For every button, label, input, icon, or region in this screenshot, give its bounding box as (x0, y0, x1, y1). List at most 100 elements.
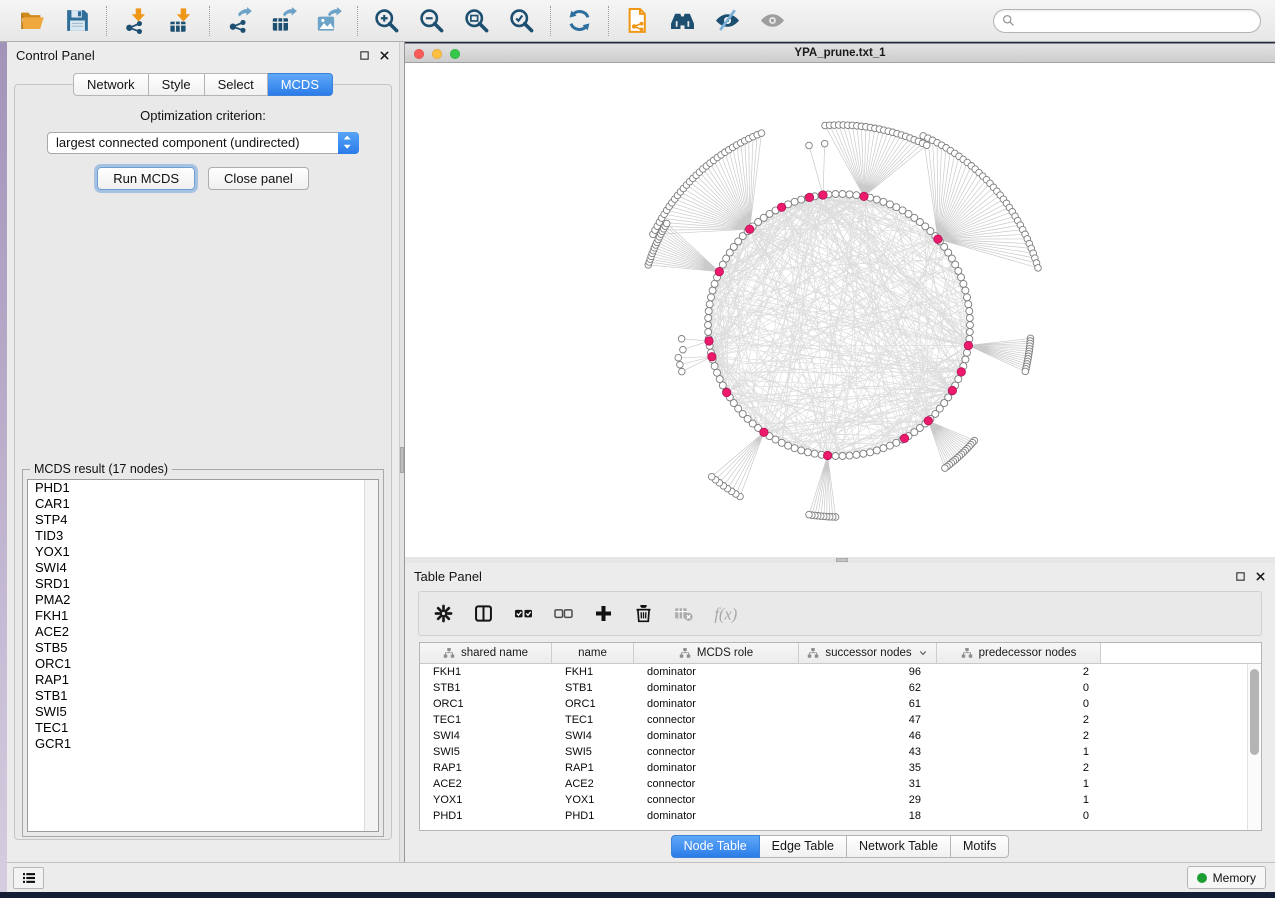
mcds-result-item[interactable]: TEC1 (28, 720, 378, 736)
network-canvas[interactable] (405, 63, 1275, 557)
table-cell[interactable]: 1 (937, 778, 1101, 790)
table-cell[interactable]: 0 (937, 698, 1101, 710)
tab-edge-table[interactable]: Edge Table (760, 835, 847, 858)
mcds-result-item[interactable]: FKH1 (28, 608, 378, 624)
import-network-icon[interactable] (122, 7, 149, 34)
zoom-out-icon[interactable] (418, 7, 445, 34)
table-cell[interactable]: 0 (937, 810, 1101, 822)
horizontal-splitter-grip[interactable] (836, 558, 848, 562)
float-panel-icon[interactable] (359, 50, 370, 61)
table-cell[interactable]: RAP1 (420, 762, 552, 774)
table-cell[interactable]: dominator (634, 698, 799, 710)
table-cell[interactable]: 43 (799, 746, 937, 758)
new-network-doc-icon[interactable] (624, 7, 651, 34)
mcds-result-item[interactable]: STP4 (28, 512, 378, 528)
maximize-window-icon[interactable] (450, 49, 460, 59)
table-cell[interactable]: 46 (799, 730, 937, 742)
export-network-icon[interactable] (225, 7, 252, 34)
table-cell[interactable]: dominator (634, 666, 799, 678)
export-image-icon[interactable] (315, 7, 342, 34)
table-cell[interactable]: dominator (634, 682, 799, 694)
table-cell[interactable]: FKH1 (552, 666, 634, 678)
table-cell[interactable]: TEC1 (552, 714, 634, 726)
vertical-splitter-grip[interactable] (400, 447, 404, 473)
mcds-result-item[interactable]: PMA2 (28, 592, 378, 608)
table-cell[interactable]: connector (634, 746, 799, 758)
table-cell[interactable]: ORC1 (552, 698, 634, 710)
tab-motifs[interactable]: Motifs (951, 835, 1009, 858)
table-cell[interactable]: connector (634, 794, 799, 806)
save-icon[interactable] (64, 7, 91, 34)
show-eye-icon[interactable] (759, 7, 786, 34)
table-cell[interactable]: STB1 (552, 682, 634, 694)
table-cell[interactable]: 47 (799, 714, 937, 726)
table-cell[interactable]: 2 (937, 762, 1101, 774)
table-row[interactable]: PHD1PHD1dominator180 (420, 808, 1261, 824)
mcds-result-item[interactable]: TID3 (28, 528, 378, 544)
add-column-icon[interactable] (593, 603, 614, 624)
table-cell[interactable]: dominator (634, 730, 799, 742)
table-cell[interactable]: STB1 (420, 682, 552, 694)
minimize-window-icon[interactable] (432, 49, 442, 59)
refresh-icon[interactable] (566, 7, 593, 34)
import-table-icon[interactable] (167, 7, 194, 34)
mcds-result-item[interactable]: RAP1 (28, 672, 378, 688)
table-cell[interactable]: FKH1 (420, 666, 552, 678)
table-cell[interactable]: 31 (799, 778, 937, 790)
table-cell[interactable]: 1 (937, 794, 1101, 806)
chevron-down-icon[interactable] (918, 648, 928, 658)
table-cell[interactable]: 2 (937, 730, 1101, 742)
search-input[interactable] (993, 9, 1261, 33)
gear-icon[interactable] (433, 603, 454, 624)
table-cell[interactable]: PHD1 (552, 810, 634, 822)
table-cell[interactable]: 2 (937, 714, 1101, 726)
table-cell[interactable]: TEC1 (420, 714, 552, 726)
tab-network[interactable]: Network (73, 73, 149, 96)
column-header-mcds-role[interactable]: MCDS role (634, 643, 799, 664)
mcds-result-item[interactable]: ACE2 (28, 624, 378, 640)
table-cell[interactable]: ORC1 (420, 698, 552, 710)
hide-eye-icon[interactable] (714, 7, 741, 34)
table-cell[interactable]: 62 (799, 682, 937, 694)
table-row[interactable]: SWI5SWI5connector431 (420, 744, 1261, 760)
column-header-shared-name[interactable]: shared name (420, 643, 552, 664)
table-row[interactable]: YOX1YOX1connector291 (420, 792, 1261, 808)
select-stepper-icon[interactable] (338, 132, 359, 154)
table-cell[interactable]: 1 (937, 746, 1101, 758)
table-cell[interactable]: 96 (799, 666, 937, 678)
mcds-result-item[interactable]: GCR1 (28, 736, 378, 752)
table-cell[interactable]: YOX1 (420, 794, 552, 806)
tab-style[interactable]: Style (149, 73, 205, 96)
table-cell[interactable]: PHD1 (420, 810, 552, 822)
table-row[interactable]: STB1STB1dominator620 (420, 680, 1261, 696)
tab-node-table[interactable]: Node Table (671, 835, 760, 858)
network-graph[interactable] (405, 63, 1273, 556)
export-table-icon[interactable] (270, 7, 297, 34)
delete-column-icon[interactable] (633, 603, 654, 624)
close-panel-button[interactable]: Close panel (208, 167, 309, 190)
table-cell[interactable]: 35 (799, 762, 937, 774)
table-cell[interactable]: SWI5 (552, 746, 634, 758)
tab-network-table[interactable]: Network Table (847, 835, 951, 858)
table-cell[interactable]: ACE2 (552, 778, 634, 790)
table-cell[interactable]: 18 (799, 810, 937, 822)
column-header-successor-nodes[interactable]: successor nodes (799, 643, 937, 664)
task-history-button[interactable] (13, 867, 44, 889)
tab-select[interactable]: Select (205, 73, 268, 96)
table-cell[interactable]: 61 (799, 698, 937, 710)
run-mcds-button[interactable]: Run MCDS (97, 167, 195, 190)
zoom-in-icon[interactable] (373, 7, 400, 34)
mcds-result-item[interactable]: STB1 (28, 688, 378, 704)
mcds-result-item[interactable]: SWI4 (28, 560, 378, 576)
table-cell[interactable]: SWI4 (552, 730, 634, 742)
zoom-fit-icon[interactable] (463, 7, 490, 34)
mcds-result-item[interactable]: SRD1 (28, 576, 378, 592)
select-all-icon[interactable] (513, 603, 534, 624)
table-cell[interactable]: 29 (799, 794, 937, 806)
table-scrollbar-thumb[interactable] (1250, 669, 1259, 755)
close-window-icon[interactable] (414, 49, 424, 59)
table-row[interactable]: ACE2ACE2connector311 (420, 776, 1261, 792)
table-cell[interactable]: SWI5 (420, 746, 552, 758)
table-row[interactable]: TEC1TEC1connector472 (420, 712, 1261, 728)
table-row[interactable]: RAP1RAP1dominator352 (420, 760, 1261, 776)
